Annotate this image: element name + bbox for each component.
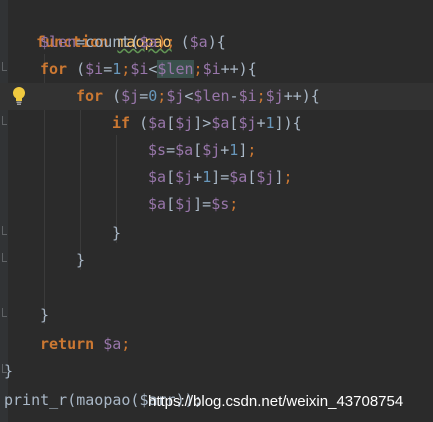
variable: $a <box>148 114 167 132</box>
number: 1 <box>229 141 239 159</box>
code-text: ; <box>121 60 131 78</box>
code-text: = <box>103 60 113 78</box>
variable: $len <box>157 60 194 78</box>
number: 1 <box>265 114 275 132</box>
watermark: https://blog.csdn.net/weixin_43708754 <box>148 393 404 410</box>
closing-brace: } <box>112 224 122 242</box>
variable: $j <box>202 141 221 159</box>
code-text: ( <box>67 60 86 78</box>
variable: $j <box>238 114 257 132</box>
fold-marker-icon[interactable] <box>2 364 7 373</box>
code-line-6[interactable]: $s=$a[$j+1]; <box>0 137 433 164</box>
code-line-4[interactable]: for ($j=0;$j<$len-$i;$j++){ <box>0 83 433 110</box>
keyword-return: return <box>40 335 95 353</box>
variable: $j <box>265 87 284 105</box>
code-text: ++){ <box>283 87 320 105</box>
code-text: ); <box>157 33 176 51</box>
lightbulb-icon[interactable] <box>12 86 26 106</box>
code-line-12[interactable]: } <box>0 302 433 329</box>
code-text: ] <box>238 141 248 159</box>
fold-marker-icon[interactable] <box>2 62 7 71</box>
code-text: ]= <box>193 195 212 213</box>
number: 0 <box>148 87 158 105</box>
variable: $a <box>94 335 122 353</box>
closing-brace: } <box>76 251 86 269</box>
code-text: ; <box>121 335 131 353</box>
fold-marker-icon[interactable] <box>2 253 7 262</box>
code-text: ]= <box>211 168 230 186</box>
keyword-for: for <box>40 60 68 78</box>
code-line-9[interactable]: } <box>0 220 433 247</box>
code-text: ( <box>103 87 122 105</box>
variable: $j <box>175 195 194 213</box>
variable: $a <box>148 195 167 213</box>
keyword-if: if <box>112 114 131 132</box>
code-line-13[interactable]: return $a; <box>0 331 433 358</box>
code-text: ]> <box>193 114 212 132</box>
code-text: [ <box>166 168 176 186</box>
code-text: =count( <box>76 33 140 51</box>
code-text: ( <box>130 114 149 132</box>
code-line-8[interactable]: $a[$j]=$s; <box>0 191 433 218</box>
code-line-1[interactable]: function maopao ($a){ <box>0 2 433 51</box>
variable: $j <box>256 168 275 186</box>
code-text: ]){ <box>274 114 302 132</box>
code-text: ; <box>229 195 239 213</box>
variable: $a <box>229 168 248 186</box>
variable: $a <box>139 33 158 51</box>
variable: $len <box>193 87 230 105</box>
code-line-14[interactable]: } <box>0 358 433 385</box>
code-text: ; <box>157 87 167 105</box>
code-text: ; <box>256 87 266 105</box>
code-text: [ <box>193 141 203 159</box>
code-line-5[interactable]: if ($a[$j]>$a[$j+1]){ <box>0 110 433 137</box>
code-text: + <box>220 141 230 159</box>
code-line-7[interactable]: $a[$j+1]=$a[$j]; <box>0 164 433 191</box>
fold-marker-icon[interactable] <box>2 226 7 235</box>
code-text: ; <box>247 141 257 159</box>
variable: $i <box>130 60 149 78</box>
code-line-2[interactable]: $len=count($a); <box>0 29 433 56</box>
code-text: ; <box>283 168 293 186</box>
code-text: + <box>193 168 203 186</box>
keyword-for: for <box>76 87 104 105</box>
variable: $j <box>166 87 185 105</box>
code-text: [ <box>166 114 176 132</box>
variable: $a <box>175 141 194 159</box>
code-text: = <box>139 87 149 105</box>
variable: $len <box>40 33 77 51</box>
variable: $i <box>202 60 221 78</box>
number: 1 <box>202 168 212 186</box>
closing-brace: } <box>40 306 50 324</box>
variable: $a <box>148 168 167 186</box>
variable: $s <box>148 141 167 159</box>
variable: $j <box>175 114 194 132</box>
variable: $j <box>121 87 140 105</box>
variable: $s <box>211 195 230 213</box>
code-text: + <box>256 114 266 132</box>
code-text: ++){ <box>220 60 257 78</box>
code-line-10[interactable]: } <box>0 247 433 274</box>
code-text: = <box>166 141 176 159</box>
variable: $i <box>85 60 104 78</box>
fold-marker-icon[interactable] <box>2 116 7 125</box>
number: 1 <box>112 60 122 78</box>
fold-marker-icon[interactable] <box>2 308 7 317</box>
variable: $a <box>211 114 230 132</box>
code-text: - <box>229 87 239 105</box>
code-text: ; <box>193 60 203 78</box>
variable: $j <box>175 168 194 186</box>
code-editor[interactable]: function maopao ($a){ $len=count($a); fo… <box>0 0 433 422</box>
code-line-3[interactable]: for ($i=1;$i<$len;$i++){ <box>0 56 433 83</box>
code-text: [ <box>166 195 176 213</box>
variable: $i <box>238 87 257 105</box>
